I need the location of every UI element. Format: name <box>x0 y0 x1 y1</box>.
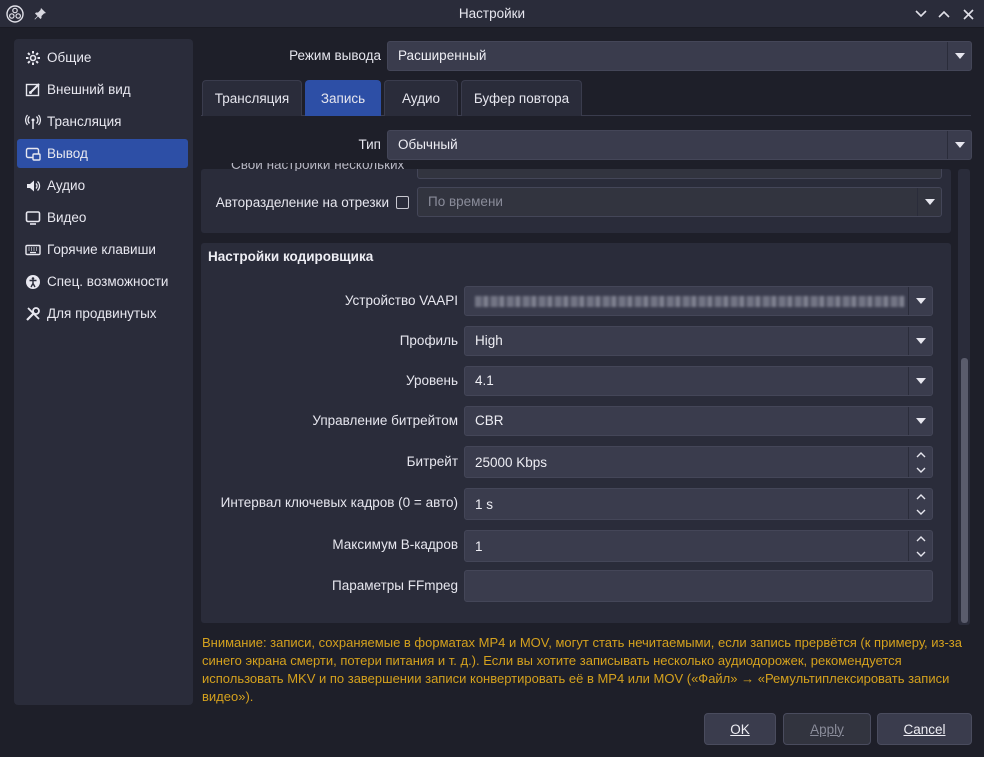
ffmpeg-options-label: Параметры FFmpeg <box>332 578 458 593</box>
sidebar-item-output[interactable]: Вывод <box>17 139 188 168</box>
tab-recording[interactable]: Запись <box>305 80 381 116</box>
increment-icon[interactable] <box>909 489 932 504</box>
decrement-icon[interactable] <box>909 504 932 519</box>
apply-button[interactable]: Apply <box>783 713 871 745</box>
warning-message: Внимание: записи, сохраняемые в форматах… <box>202 635 962 704</box>
sidebar-item-stream[interactable]: Трансляция <box>17 107 188 136</box>
title-bar: Настройки <box>0 0 984 28</box>
monitor-icon <box>23 208 43 228</box>
speaker-icon <box>23 176 43 196</box>
chevron-down-icon <box>908 367 932 395</box>
maximize-chevron-icon[interactable] <box>933 3 955 25</box>
split-mode-select[interactable]: По времени <box>417 187 942 217</box>
decrement-icon[interactable] <box>909 546 932 561</box>
chevron-down-icon <box>908 287 932 315</box>
increment-icon[interactable] <box>909 447 932 462</box>
minimize-chevron-icon[interactable] <box>910 3 932 25</box>
sidebar-item-appearance[interactable]: Внешний вид <box>17 75 188 104</box>
chevron-down-icon <box>908 407 932 435</box>
keyframe-interval-spinbox[interactable]: 1 s <box>464 488 933 520</box>
tools-icon <box>23 304 43 324</box>
chevron-down-icon <box>947 42 971 70</box>
settings-sidebar: Общие Внешний вид Трансляция Вывод Аудио… <box>14 39 193 705</box>
custom-muxer-field <box>417 169 942 179</box>
rate-control-select[interactable]: CBR <box>464 406 933 436</box>
sidebar-item-general[interactable]: Общие <box>17 43 188 72</box>
gear-icon <box>23 48 43 68</box>
custom-muxer-label: Свои настройки нескольких <box>231 163 405 171</box>
vaapi-device-label: Устройство VAAPI <box>344 293 458 308</box>
profile-label: Профиль <box>399 333 458 348</box>
keyboard-icon <box>23 240 43 260</box>
sidebar-item-accessibility[interactable]: Спец. возможности <box>17 267 188 296</box>
tab-stream[interactable]: Трансляция <box>202 80 302 116</box>
increment-icon[interactable] <box>909 531 932 546</box>
sidebar-item-hotkeys[interactable]: Горячие клавиши <box>17 235 188 264</box>
rate-control-label: Управление битрейтом <box>312 413 458 428</box>
cancel-button[interactable]: Cancel <box>877 713 972 745</box>
encoder-settings-section: Настройки кодировщика Устройство VAAPI П… <box>201 243 951 623</box>
auto-split-label: Авторазделение на отрезки <box>215 195 389 210</box>
appearance-icon <box>23 80 43 100</box>
sidebar-item-advanced[interactable]: Для продвинутых <box>17 299 188 328</box>
output-icon <box>23 144 43 164</box>
sidebar-item-audio[interactable]: Аудио <box>17 171 188 200</box>
bitrate-label: Битрейт <box>406 454 458 469</box>
close-icon[interactable] <box>957 3 979 25</box>
chevron-down-icon <box>917 188 941 216</box>
scrollbar-thumb[interactable] <box>961 358 968 623</box>
recording-type-select[interactable]: Обычный <box>387 130 972 160</box>
tab-audio[interactable]: Аудио <box>384 80 458 116</box>
ok-button[interactable]: OK <box>704 713 776 745</box>
type-label: Тип <box>358 137 381 152</box>
tab-replay-buffer[interactable]: Буфер повтора <box>461 80 582 116</box>
bitrate-spinbox[interactable]: 25000 Kbps <box>464 446 933 478</box>
profile-select[interactable]: High <box>464 326 933 356</box>
vaapi-device-select[interactable] <box>464 286 933 316</box>
max-bframes-spinbox[interactable]: 1 <box>464 530 933 562</box>
auto-split-checkbox[interactable] <box>396 196 409 209</box>
chevron-down-icon <box>908 327 932 355</box>
output-mode-label: Режим вывода <box>289 48 381 63</box>
ffmpeg-options-input[interactable] <box>464 570 933 602</box>
encoder-settings-title: Настройки кодировщика <box>208 249 374 264</box>
level-select[interactable]: 4.1 <box>464 366 933 396</box>
blurred-device-name <box>475 296 905 307</box>
accessibility-icon <box>23 272 43 292</box>
keyframe-interval-label: Интервал ключевых кадров (0 = авто) <box>220 495 458 510</box>
sidebar-item-video[interactable]: Видео <box>17 203 188 232</box>
chevron-down-icon <box>947 131 971 159</box>
max-bframes-label: Максимум B-кадров <box>332 537 458 552</box>
split-section: Авторазделение на отрезки По времени <box>201 169 951 233</box>
level-label: Уровень <box>405 373 458 388</box>
broadcast-icon <box>23 112 43 132</box>
window-title: Настройки <box>458 6 526 21</box>
output-mode-select[interactable]: Расширенный <box>387 41 972 71</box>
decrement-icon[interactable] <box>909 462 932 477</box>
